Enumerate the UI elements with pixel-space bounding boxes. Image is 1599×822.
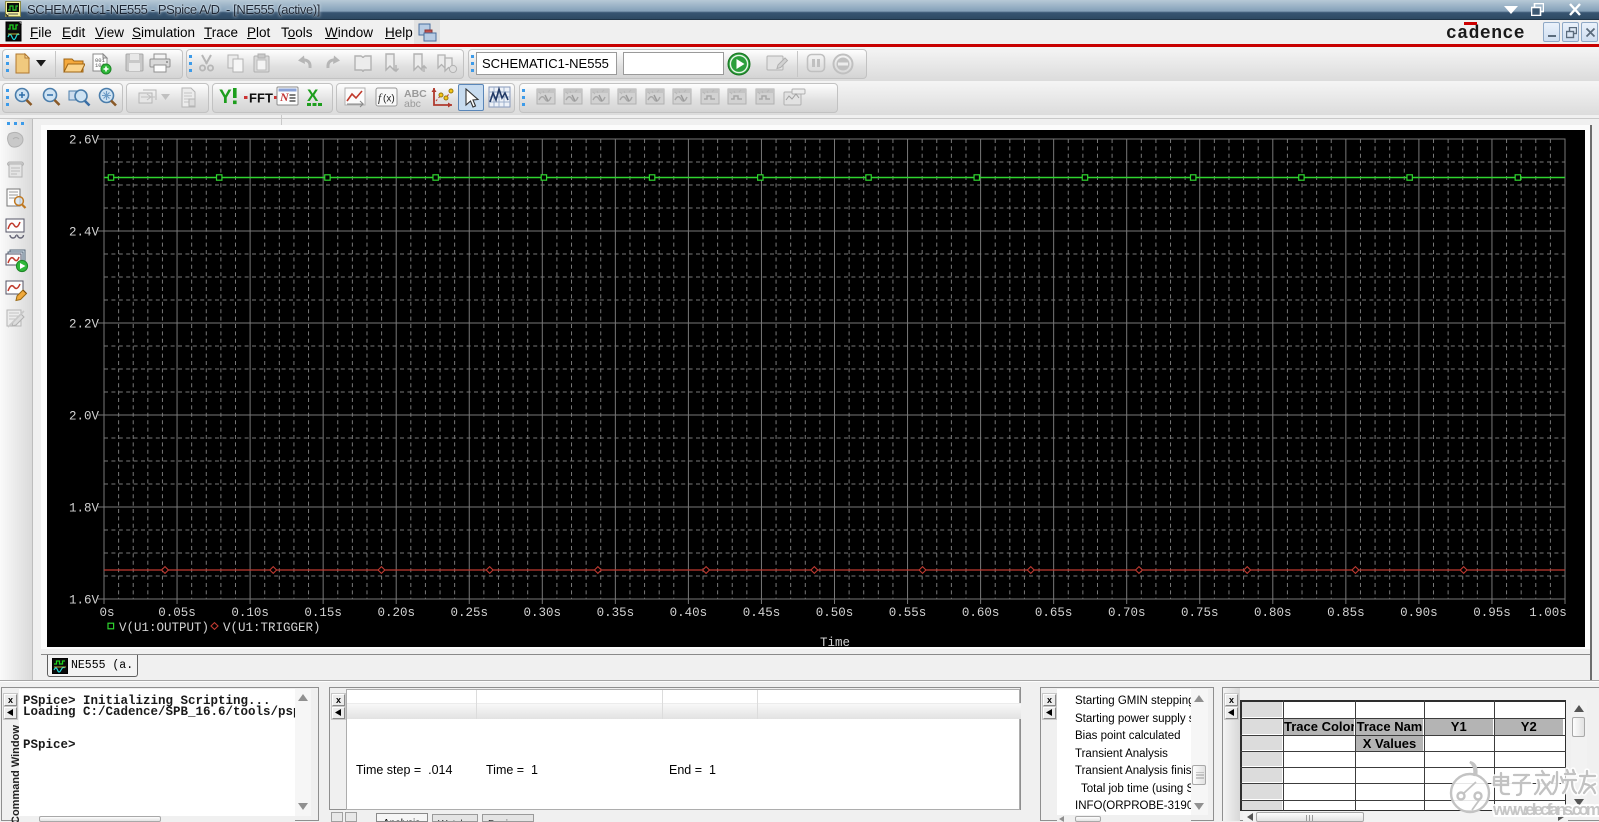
svg-text:2.4V: 2.4V bbox=[69, 226, 100, 240]
svg-text:abc: abc bbox=[404, 98, 421, 109]
svg-text:0.95s: 0.95s bbox=[1473, 606, 1511, 620]
svg-text:0.70s: 0.70s bbox=[1108, 606, 1146, 620]
svg-text:0.60s: 0.60s bbox=[962, 606, 1000, 620]
svg-text:0.85s: 0.85s bbox=[1327, 606, 1365, 620]
svg-text:2.2V: 2.2V bbox=[69, 318, 100, 332]
svg-text:0.20s: 0.20s bbox=[377, 606, 415, 620]
svg-text:0.10s: 0.10s bbox=[231, 606, 269, 620]
svg-text:(x): (x) bbox=[383, 94, 395, 105]
svg-text:0.30s: 0.30s bbox=[524, 606, 562, 620]
svg-text:1.00s: 1.00s bbox=[1529, 606, 1567, 620]
svg-text:0.55s: 0.55s bbox=[889, 606, 927, 620]
svg-text:0.35s: 0.35s bbox=[597, 606, 635, 620]
svg-text:1.6V: 1.6V bbox=[69, 594, 100, 608]
svg-text:0.75s: 0.75s bbox=[1181, 606, 1219, 620]
svg-text:0s: 0s bbox=[99, 606, 114, 620]
svg-text:www.elecfans.com: www.elecfans.com bbox=[1492, 800, 1599, 819]
svg-text:2.6V: 2.6V bbox=[69, 134, 100, 148]
svg-text:0.15s: 0.15s bbox=[304, 606, 342, 620]
svg-text:0.40s: 0.40s bbox=[670, 606, 708, 620]
svg-text:Time: Time bbox=[820, 636, 850, 647]
svg-text:0.25s: 0.25s bbox=[450, 606, 488, 620]
svg-text:0.45s: 0.45s bbox=[743, 606, 781, 620]
svg-text:V(U1:TRIGGER): V(U1:TRIGGER) bbox=[223, 621, 321, 635]
svg-text:FFT: FFT bbox=[249, 91, 273, 106]
svg-text:0.50s: 0.50s bbox=[816, 606, 854, 620]
svg-text:2.0V: 2.0V bbox=[69, 410, 100, 424]
svg-text:V(U1:OUTPUT): V(U1:OUTPUT) bbox=[119, 621, 209, 635]
svg-text:Y: Y bbox=[219, 87, 232, 108]
svg-text:0.80s: 0.80s bbox=[1254, 606, 1292, 620]
svg-text:0.90s: 0.90s bbox=[1400, 606, 1438, 620]
svg-text:0.65s: 0.65s bbox=[1035, 606, 1073, 620]
svg-text:N: N bbox=[279, 90, 290, 104]
svg-text:1.8V: 1.8V bbox=[69, 502, 100, 516]
svg-text:X: X bbox=[307, 86, 319, 105]
svg-text:0.05s: 0.05s bbox=[158, 606, 196, 620]
